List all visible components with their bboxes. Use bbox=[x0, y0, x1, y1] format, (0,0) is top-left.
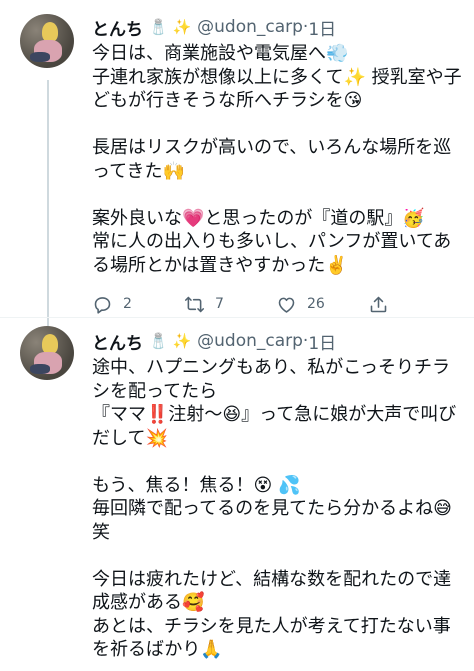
share-button[interactable] bbox=[368, 294, 460, 315]
avatar-leg bbox=[30, 52, 50, 62]
like-count: 26 bbox=[307, 296, 325, 312]
share-icon bbox=[370, 296, 387, 312]
reply-count: 2 bbox=[123, 296, 132, 312]
avatar-hat bbox=[42, 334, 58, 354]
reply-button[interactable]: 2 bbox=[92, 294, 184, 315]
author-handle[interactable]: @udon_carp bbox=[197, 17, 303, 37]
author-badges: 🧂 ✨ bbox=[149, 332, 192, 350]
tweet-2[interactable]: とんち 🧂 ✨ @udon_carp · 1日 途中、ハプニングもあり、私がこっ… bbox=[0, 318, 474, 671]
reply-icon bbox=[94, 296, 111, 314]
avatar[interactable] bbox=[20, 14, 74, 68]
avatar-leg bbox=[30, 364, 50, 374]
tweet-text: 途中、ハプニングもあり、私がこっそりチラシを配ってたら 『ママ‼️注射〜😆』って… bbox=[92, 357, 457, 660]
timestamp[interactable]: 1日 bbox=[308, 15, 336, 40]
like-icon bbox=[278, 297, 295, 313]
author-handle[interactable]: @udon_carp bbox=[197, 331, 303, 351]
tweet-header: とんち 🧂 ✨ @udon_carp · 1日 bbox=[92, 12, 462, 42]
retweet-count: 7 bbox=[215, 296, 224, 312]
tweet-text: 今日は、商業施設や電気屋へ💨 子連れ家族が想像以上に多くて✨ 授乳室や子どもが行… bbox=[92, 43, 462, 276]
like-button[interactable]: 26 bbox=[276, 294, 368, 315]
author-name[interactable]: とんち bbox=[92, 329, 143, 354]
author-name[interactable]: とんち bbox=[92, 15, 143, 40]
retweet-button[interactable]: 7 bbox=[184, 294, 276, 315]
tweet-header: とんち 🧂 ✨ @udon_carp · 1日 bbox=[92, 326, 462, 356]
retweet-icon bbox=[184, 296, 205, 312]
author-badges: 🧂 ✨ bbox=[149, 18, 192, 36]
tweet-1[interactable]: とんち 🧂 ✨ @udon_carp · 1日 今日は、商業施設や電気屋へ💨 子… bbox=[0, 0, 474, 318]
action-bar: 2 7 26 bbox=[92, 287, 462, 321]
timestamp[interactable]: 1日 bbox=[308, 329, 336, 354]
avatar-hat bbox=[42, 22, 58, 42]
avatar[interactable] bbox=[20, 326, 74, 380]
